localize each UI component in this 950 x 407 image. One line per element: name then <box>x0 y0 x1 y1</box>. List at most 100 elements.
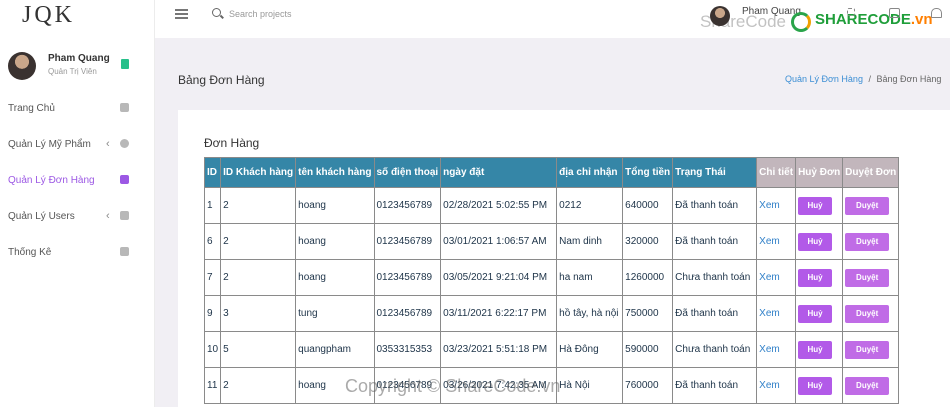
approve-order-button[interactable]: Duyệt <box>845 376 890 395</box>
cancel-order-button[interactable]: Huỷ <box>798 196 833 215</box>
table-cell: hồ tây, hà nội <box>556 295 624 332</box>
detail-link[interactable]: Xem <box>756 295 797 332</box>
detail-link[interactable]: Xem <box>756 223 797 260</box>
table-cell: Đã thanh toán <box>672 295 758 332</box>
table-cell: quangpham <box>295 331 375 368</box>
table-cell: 760000 <box>622 367 674 404</box>
sharecode-logo: SHARECODE.vn <box>815 11 933 28</box>
sidebar-item[interactable]: Trang Chủ <box>0 100 155 120</box>
cancel-order-button[interactable]: Huỷ <box>798 232 833 251</box>
cancel-order-button[interactable]: Huỷ <box>798 268 833 287</box>
table-cell: 2 <box>220 367 297 404</box>
table-cell: 0353315353 <box>373 331 442 368</box>
column-header: Duyệt Đơn <box>842 157 900 188</box>
chevron-left-icon: ‹ <box>106 210 110 222</box>
column-header: số điện thoại <box>373 157 442 188</box>
table-cell: 9 <box>203 295 222 332</box>
search-icon <box>212 8 221 17</box>
topbar: ShareCode Pham Quang SHARECODE.vn <box>155 0 950 38</box>
bookmark-icon <box>121 59 129 69</box>
table-cell: 03/11/2021 6:22:17 PM <box>440 295 558 332</box>
table-cell: 1 <box>203 187 222 224</box>
sidebar-item-label: Quản Lý Users <box>8 211 75 222</box>
table-cell: Hà Đông <box>556 331 624 368</box>
profile-role: Quản Trị Viên <box>48 67 97 76</box>
approve-cell: Duyệt <box>842 331 900 368</box>
page-header: Bảng Đơn Hàng Quản Lý Đơn Hàng / Bảng Đơ… <box>155 38 950 110</box>
table-cell: 10 <box>203 331 222 368</box>
table-cell: 0123456789 <box>373 223 442 260</box>
search-input[interactable] <box>229 6 429 22</box>
detail-link[interactable]: Xem <box>756 367 797 404</box>
approve-order-button[interactable]: Duyệt <box>845 304 890 323</box>
column-header: Tổng tiền <box>622 157 674 188</box>
sidebar: JQK Pham Quang Quản Trị Viên Trang Chủ Qu… <box>0 0 155 407</box>
table-cell: 03/23/2021 5:51:18 PM <box>440 331 558 368</box>
table-cell: 1260000 <box>622 259 674 296</box>
table-cell: 2 <box>220 223 297 260</box>
table-cell: 2 <box>220 187 297 224</box>
table-cell: hoang <box>295 187 375 224</box>
table-cell: tung <box>295 295 375 332</box>
table-cell: hoang <box>295 259 375 296</box>
user-profile: Pham Quang Quản Trị Viên <box>8 52 148 82</box>
table-cell: Hà Nội <box>556 367 624 404</box>
approve-order-button[interactable]: Duyệt <box>845 268 890 287</box>
table-header-row: ID ID Khách hàng tên khách hàng số điện tho… <box>203 157 900 188</box>
fullscreen-icon[interactable] <box>847 8 855 16</box>
sidebar-item[interactable]: Quản Lý Mỹ Phẩm ‹ <box>0 136 155 156</box>
table-cell: 0212 <box>556 187 624 224</box>
sidebar-item[interactable]: Quản Lý Đơn Hàng <box>0 172 155 192</box>
table-body: 1 2 hoang 0123456789 02/28/2021 5:02:55 PM 02… <box>203 187 900 404</box>
sidebar-item[interactable]: Quản Lý Users ‹ <box>0 208 155 228</box>
table-cell: 02/28/2021 5:02:55 PM <box>440 187 558 224</box>
table-row: 10 5 quangpham 0353315353 03/23/2021 5:51:18… <box>203 331 900 368</box>
approve-cell: Duyệt <box>842 187 900 224</box>
table-cell: 640000 <box>622 187 674 224</box>
footer-watermark: Copyright © ShareCode.vn <box>345 376 561 396</box>
mail-icon[interactable] <box>889 8 900 18</box>
table-row: 6 2 hoang 0123456789 03/01/2021 1:06:57 AM Na… <box>203 223 900 260</box>
cancel-cell: Huỷ <box>795 223 844 260</box>
column-header: địa chỉ nhận <box>556 157 624 188</box>
approve-order-button[interactable]: Duyệt <box>845 232 890 251</box>
cancel-order-button[interactable]: Huỷ <box>798 376 833 395</box>
menu-toggle-icon[interactable] <box>175 9 188 19</box>
table-row: 1 2 hoang 0123456789 02/28/2021 5:02:55 PM 02… <box>203 187 900 224</box>
table-cell: 590000 <box>622 331 674 368</box>
approve-cell: Duyệt <box>842 223 900 260</box>
cancel-cell: Huỷ <box>795 187 844 224</box>
breadcrumb: Quản Lý Đơn Hàng / Bảng Đơn Hàng <box>785 74 941 84</box>
column-header: ID <box>203 157 222 188</box>
sharecode-logo-icon <box>791 12 811 32</box>
cancel-cell: Huỷ <box>795 295 844 332</box>
approve-order-button[interactable]: Duyệt <box>845 340 890 359</box>
top-avatar[interactable] <box>710 6 730 26</box>
table-cell: 3 <box>220 295 297 332</box>
avatar <box>8 52 36 80</box>
list-icon <box>120 175 129 184</box>
column-header: Trạng Thái <box>672 157 758 188</box>
approve-cell: Duyệt <box>842 259 900 296</box>
bell-icon[interactable] <box>931 8 942 18</box>
home-icon <box>120 103 129 112</box>
column-header: tên khách hàng <box>295 157 375 188</box>
sidebar-item-label: Quản Lý Mỹ Phẩm <box>8 139 91 150</box>
profile-name: Pham Quang <box>48 53 110 64</box>
approve-cell: Duyệt <box>842 367 900 404</box>
detail-link[interactable]: Xem <box>756 187 797 224</box>
cancel-order-button[interactable]: Huỷ <box>798 304 833 323</box>
table-cell: 6 <box>203 223 222 260</box>
table-cell: 03/01/2021 1:06:57 AM <box>440 223 558 260</box>
sidebar-item[interactable]: Thống Kê <box>0 244 155 264</box>
detail-link[interactable]: Xem <box>756 331 797 368</box>
table-cell: 03/05/2021 9:21:04 PM <box>440 259 558 296</box>
detail-link[interactable]: Xem <box>756 259 797 296</box>
brand-logo[interactable]: JQK <box>22 2 75 29</box>
breadcrumb-current: Bảng Đơn Hàng <box>876 74 942 84</box>
cancel-order-button[interactable]: Huỷ <box>798 340 833 359</box>
table-cell: hoang <box>295 223 375 260</box>
breadcrumb-link[interactable]: Quản Lý Đơn Hàng <box>785 74 863 84</box>
chevron-left-icon: ‹ <box>106 138 110 150</box>
approve-order-button[interactable]: Duyệt <box>845 196 890 215</box>
